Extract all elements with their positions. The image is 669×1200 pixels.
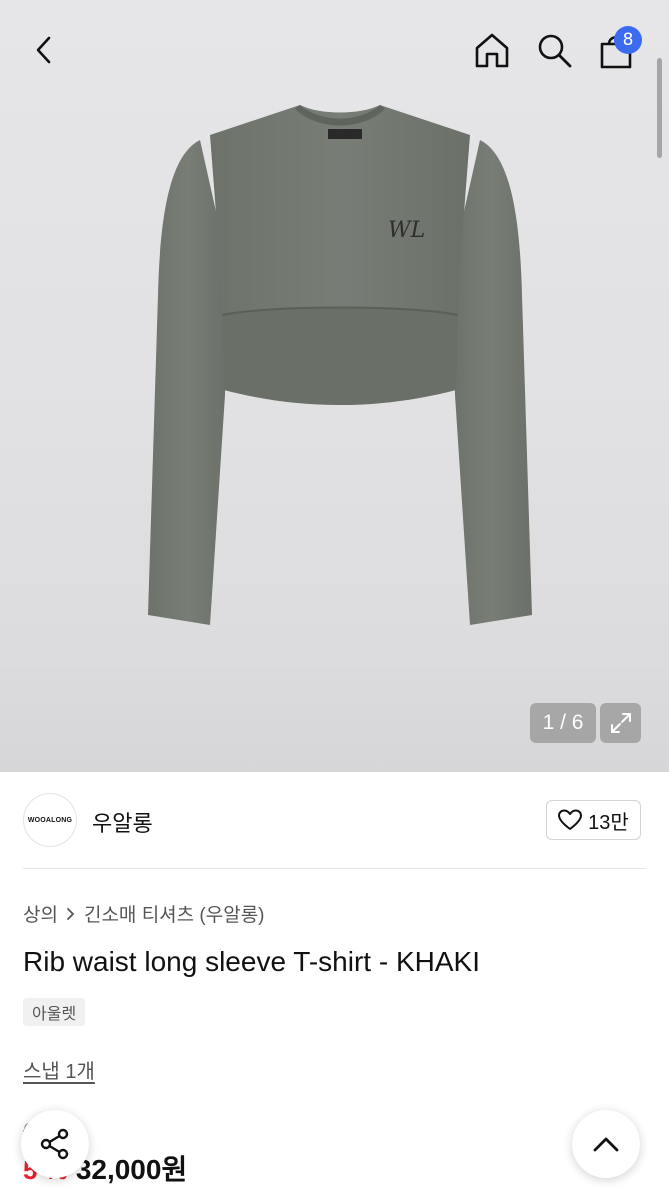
chevron-right-icon xyxy=(67,907,75,920)
top-navigation-bar: 8 xyxy=(0,0,669,100)
home-button[interactable] xyxy=(470,28,514,72)
expand-icon xyxy=(610,713,631,733)
search-icon xyxy=(538,34,572,68)
like-button[interactable]: 13만 xyxy=(546,800,641,840)
scroll-to-top-button[interactable] xyxy=(572,1110,640,1178)
brand-name[interactable]: 우알롱 xyxy=(92,806,153,838)
share-button[interactable] xyxy=(21,1110,89,1178)
search-button[interactable] xyxy=(532,28,576,72)
scrollbar[interactable] xyxy=(657,58,662,158)
share-icon xyxy=(40,1128,69,1160)
outlet-tag: 아울렛 xyxy=(23,998,86,1026)
heart-icon xyxy=(558,809,583,830)
chevron-left-icon xyxy=(36,36,51,64)
brand-logo[interactable]: WOOALONG xyxy=(23,793,77,847)
brand-row: WOOALONG 우알롱 13만 xyxy=(0,772,669,868)
product-image-gallery[interactable]: WL 8 1 / 6 xyxy=(0,0,669,772)
product-title: Rib waist long sleeve T-shirt - KHAKI xyxy=(23,946,480,977)
breadcrumb-item-subcategory[interactable]: 긴소매 티셔츠 (우알롱) xyxy=(84,900,265,927)
like-count: 13만 xyxy=(588,811,629,834)
sale-price: 32,000원 xyxy=(75,1154,188,1185)
back-button[interactable] xyxy=(22,28,66,72)
expand-image-button[interactable] xyxy=(600,703,641,743)
divider xyxy=(23,868,646,869)
image-counter: 1 / 6 xyxy=(530,703,596,743)
cart-count-badge: 8 xyxy=(614,26,642,54)
svg-text:WL: WL xyxy=(388,218,425,243)
breadcrumb-item-category[interactable]: 상의 xyxy=(23,900,58,927)
breadcrumb: 상의 긴소매 티셔츠 (우알롱) xyxy=(23,900,265,927)
snap-link[interactable]: 스냅 1개 xyxy=(23,1055,95,1084)
product-image: WL xyxy=(148,105,532,625)
home-icon xyxy=(475,33,509,68)
chevron-up-icon xyxy=(593,1137,619,1152)
